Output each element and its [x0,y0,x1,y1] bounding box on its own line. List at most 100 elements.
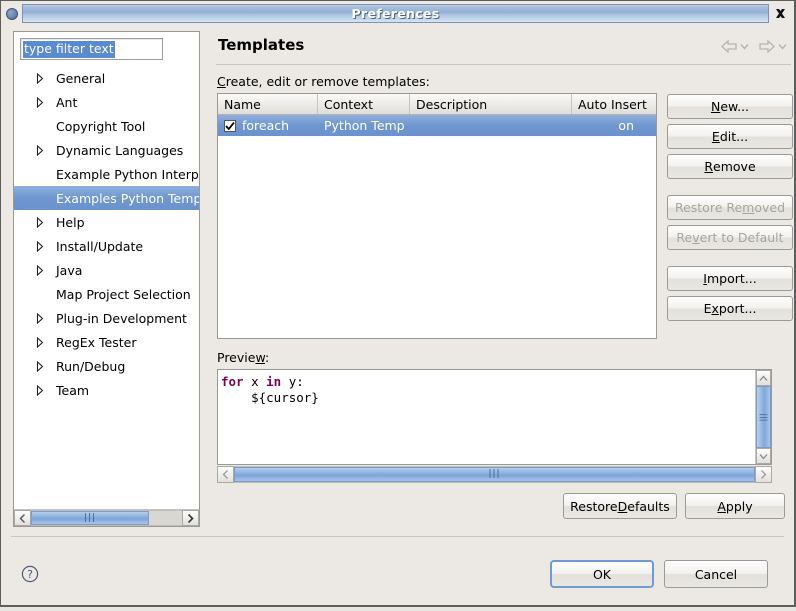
cell-auto-insert: on [618,118,634,133]
expand-arrow-icon[interactable] [36,72,46,84]
preview-vertical-scrollbar[interactable]: ||| [755,370,771,464]
button-label-suffix: ew... [720,99,750,114]
edit-button[interactable]: Edit... [667,124,793,149]
expand-arrow-icon[interactable] [36,144,46,156]
preview-scroll-left-button[interactable] [217,466,234,483]
table-column-header-name[interactable]: Name [218,94,318,114]
button-label-suffix: port... [718,301,757,316]
button-label-prefix: Re [676,230,693,245]
title-bar: Preferences [4,4,791,23]
scroll-right-button[interactable] [182,510,199,526]
button-label-suffix: ert to Default [699,230,784,245]
export-button[interactable]: Ex port... [667,296,793,321]
filter-input[interactable]: type filter text [20,38,163,60]
expand-arrow-icon[interactable] [36,216,46,228]
button-label-suffix: emove [713,159,756,174]
templates-description-text: reate, edit or remove templates: [225,74,430,89]
back-button[interactable] [721,40,749,53]
expand-arrow-icon[interactable] [36,264,46,276]
ok-button[interactable]: OK [550,560,654,588]
preview-label-part2: : [264,350,270,365]
arrow-right-icon [759,40,775,53]
preview-scroll-track[interactable]: ||| [234,466,755,483]
sidebar-item-general[interactable]: General [14,66,199,90]
page-header: Templates [214,31,793,54]
sidebar-item-dynamic-languages[interactable]: Dynamic Languages [14,138,199,162]
new-button[interactable]: New... [667,94,793,119]
sidebar-item-label: General [56,70,106,86]
scroll-up-button[interactable] [756,370,771,386]
chevron-up-icon [759,375,768,381]
scroll-track[interactable]: ||| [31,510,182,526]
sidebar-item-label: Help [56,214,85,230]
table-row[interactable]: foreach Python Temp on [218,115,656,136]
preview-horizontal-scrollbar[interactable]: ||| [217,466,772,483]
expand-arrow-icon[interactable] [36,336,46,348]
sidebar-item-label: Examples Python Temp [56,190,199,206]
revert-to-default-button: Re v ert to Default [667,225,793,250]
button-mnemonic: N [710,99,721,114]
scroll-grip: ||| [83,512,97,523]
window-menu-icon[interactable] [6,7,18,20]
sidebar-item-copyright-tool[interactable]: Copyright Tool [14,114,199,138]
button-mnemonic: v [692,230,700,245]
remove-button[interactable]: Remove [667,154,793,179]
preview-box: for x in y: ${cursor} ||| [217,369,772,465]
sidebar-item-ant[interactable]: Ant [14,90,199,114]
code-cursor-variable: ${cursor} [221,390,319,405]
import-button[interactable]: Import... [667,266,793,291]
templates-table: Name Context Description Auto Insert foreac… [217,93,657,339]
sidebar-item-java[interactable]: Java [14,258,199,282]
restore-defaults-part2: efaults [627,498,670,514]
button-label-suffix: oved [754,200,786,215]
title-bar-background: Preferences [22,4,769,23]
restore-defaults-part1: Restore [570,498,618,514]
dialog-footer: ? OK Cancel [5,537,790,611]
expand-arrow-icon[interactable] [36,312,46,324]
sidebar-item-team[interactable]: Team [14,378,199,402]
table-and-buttons: Name Context Description Auto Insert foreac… [214,93,793,339]
sidebar-item-help[interactable]: Help [14,210,199,234]
scroll-left-button[interactable] [14,510,31,526]
preview-scroll-thumb[interactable]: ||| [234,467,755,482]
cancel-button[interactable]: Cancel [664,560,768,588]
forward-button[interactable] [759,40,787,53]
sidebar-item-install-update[interactable]: Install/Update [14,234,199,258]
scroll-down-button[interactable] [756,448,771,464]
table-column-header-context[interactable]: Context [318,94,410,114]
mnemonic-a: A [717,498,726,514]
expand-arrow-icon[interactable] [36,96,46,108]
apply-button[interactable]: Apply [685,493,785,519]
sidebar-item-plug-in-development[interactable]: Plug-in Development [14,306,199,330]
sidebar-item-label: Plug-in Development [56,310,187,326]
restore-defaults-button[interactable]: Restore Defaults [563,493,677,519]
sidebar-item-example-python-interpr[interactable]: Example Python Interpr [14,162,199,186]
sidebar-item-map-project-selection[interactable]: Map Project Selection [14,282,199,306]
table-header: Name Context Description Auto Insert [218,94,656,115]
table-body: foreach Python Temp on [218,115,656,338]
sidebar-item-run-debug[interactable]: Run/Debug [14,354,199,378]
expand-arrow-icon[interactable] [36,360,46,372]
apply-label-rest: pply [725,498,753,514]
tree-horizontal-scrollbar[interactable]: ||| [14,509,199,526]
sidebar-item-regex-tester[interactable]: RegEx Tester [14,330,199,354]
code-var-x: x [243,374,267,389]
preview-code[interactable]: for x in y: ${cursor} [218,370,755,464]
scroll-thumb[interactable]: ||| [31,511,149,525]
preview-scroll-right-button[interactable] [755,466,772,483]
vscroll-track[interactable]: ||| [756,386,771,448]
sidebar-item-label: Example Python Interpr [56,166,199,182]
content-area: type filter text General Ant Copyright Too… [5,27,793,527]
template-enabled-checkbox[interactable] [224,119,236,132]
sidebar-item-label: Copyright Tool [56,118,146,134]
sidebar-item-examples-python-temp[interactable]: Examples Python Temp [14,186,199,210]
help-icon[interactable]: ? [21,565,39,583]
close-button[interactable] [771,4,790,23]
table-column-header-description[interactable]: Description [410,94,572,114]
vscroll-thumb[interactable]: ||| [756,386,771,448]
table-column-header-auto-insert[interactable]: Auto Insert [572,94,654,114]
button-label-prefix: E [703,301,712,316]
preview-label: Preview: [217,350,791,365]
expand-arrow-icon[interactable] [36,240,46,252]
expand-arrow-icon[interactable] [36,384,46,396]
